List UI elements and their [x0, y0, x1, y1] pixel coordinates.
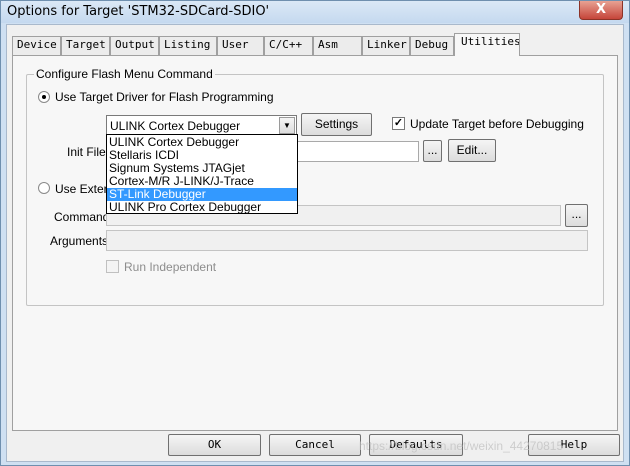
tab-output[interactable]: Output	[110, 36, 159, 55]
window-title: Options for Target 'STM32-SDCard-SDIO'	[7, 4, 270, 19]
settings-button[interactable]: Settings	[301, 113, 372, 136]
edit-button[interactable]: Edit...	[448, 139, 496, 162]
update-target-checkbox[interactable]: ✓	[392, 117, 405, 130]
dropdown-option[interactable]: ULINK Pro Cortex Debugger	[107, 201, 297, 214]
update-target-label: Update Target before Debugging	[410, 117, 584, 131]
watermark: https://blog.csdn.net/weixin_44270815	[359, 439, 564, 453]
tab-user[interactable]: User	[217, 36, 264, 55]
use-external-tool-radio[interactable]	[38, 182, 50, 194]
driver-dropdown-list: ULINK Cortex Debugger Stellaris ICDI Sig…	[106, 134, 298, 214]
tab-c-cpp[interactable]: C/C++	[264, 36, 313, 55]
use-target-driver-radio[interactable]	[38, 91, 50, 103]
driver-select-value: ULINK Cortex Debugger	[110, 119, 241, 133]
groupbox-title: Configure Flash Menu Command	[34, 67, 215, 81]
init-file-label: Init File:	[67, 145, 110, 159]
tab-asm[interactable]: Asm	[313, 36, 362, 55]
tab-utilities[interactable]: Utilities	[454, 33, 520, 56]
ok-button[interactable]: OK	[168, 434, 261, 456]
tab-device[interactable]: Device	[12, 36, 61, 55]
arguments-input[interactable]	[106, 230, 588, 251]
tab-debug[interactable]: Debug	[410, 36, 454, 55]
tab-target[interactable]: Target	[61, 36, 110, 55]
run-independent-label: Run Independent	[124, 260, 217, 274]
dialog-client: Device Target Output Listing User C/C++ …	[6, 24, 624, 462]
init-file-browse-button[interactable]: ...	[423, 140, 442, 162]
tab-listing[interactable]: Listing	[159, 36, 217, 55]
driver-select[interactable]: ULINK Cortex Debugger ▼	[106, 115, 297, 135]
title-bar: Options for Target 'STM32-SDCard-SDIO' X	[1, 1, 629, 23]
close-button[interactable]: X	[579, 1, 623, 20]
chevron-down-icon[interactable]: ▼	[279, 117, 295, 134]
tab-linker[interactable]: Linker	[362, 36, 410, 55]
arguments-label: Arguments:	[50, 234, 112, 248]
command-browse-button[interactable]: ...	[565, 204, 588, 227]
command-label: Command:	[54, 210, 113, 224]
use-target-driver-label: Use Target Driver for Flash Programming	[55, 90, 274, 104]
cancel-button[interactable]: Cancel	[269, 434, 361, 456]
options-dialog: Options for Target 'STM32-SDCard-SDIO' X…	[0, 0, 630, 466]
run-independent-checkbox[interactable]	[106, 260, 119, 273]
